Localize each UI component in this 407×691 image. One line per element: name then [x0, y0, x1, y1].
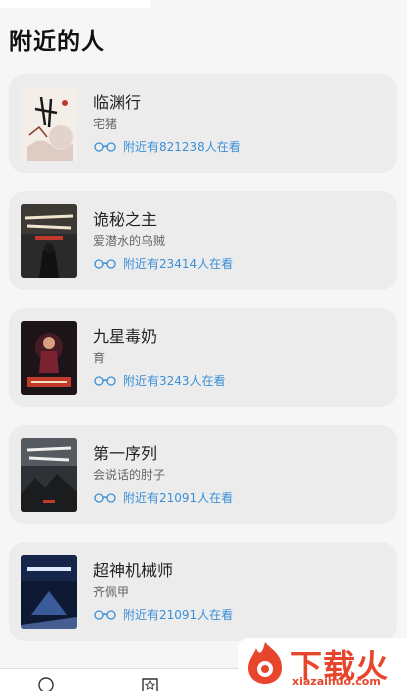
- watermark-url: xiazaihuo.com: [292, 675, 381, 688]
- book-card[interactable]: 九星毒奶 育 附近有3243人在看: [9, 308, 397, 407]
- search-icon[interactable]: [37, 676, 55, 691]
- glasses-icon: [94, 609, 116, 620]
- book-title: 九星毒奶: [93, 327, 158, 346]
- book-title: 超神机械师: [93, 561, 174, 580]
- status-bar-strip: [0, 0, 150, 8]
- book-author: 爱潜水的乌贼: [93, 234, 166, 248]
- book-card[interactable]: 诡秘之主 爱潜水的乌贼 附近有23414人在看: [9, 191, 397, 290]
- book-title: 临渊行: [93, 93, 142, 112]
- site-watermark: 下载火 xiazaihuo.com: [238, 638, 407, 690]
- nearby-readers: 附近有3243人在看: [93, 372, 226, 389]
- glasses-icon: [94, 141, 116, 152]
- book-title: 诡秘之主: [93, 210, 158, 229]
- nearby-readers: 附近有21091人在看: [93, 606, 233, 623]
- book-author: 宅猪: [93, 117, 118, 131]
- nearby-readers: 附近有21091人在看: [93, 489, 233, 506]
- nearby-readers: 附近有23414人在看: [93, 255, 233, 272]
- book-cover: [21, 87, 77, 161]
- book-author: 会说话的肘子: [93, 468, 166, 482]
- book-author: 齐佩甲: [93, 585, 130, 599]
- nearby-readers: 附近有821238人在看: [93, 138, 241, 155]
- book-cover: [21, 204, 77, 278]
- book-card[interactable]: 超神机械师 齐佩甲 附近有21091人在看: [9, 542, 397, 641]
- flame-logo-icon: [248, 642, 282, 684]
- book-title: 第一序列: [93, 444, 158, 463]
- glasses-icon: [94, 375, 116, 386]
- page-title: 附近的人: [9, 29, 105, 55]
- nearby-readers-text: 附近有3243人在看: [123, 374, 226, 388]
- book-author: 育: [93, 351, 106, 365]
- book-cover: [21, 555, 77, 629]
- bookshelf-icon[interactable]: [141, 676, 159, 691]
- book-cover: [21, 438, 77, 512]
- nearby-readers-text: 附近有21091人在看: [123, 608, 234, 622]
- glasses-icon: [94, 492, 116, 503]
- book-cover: [21, 321, 77, 395]
- nearby-readers-text: 附近有821238人在看: [123, 140, 241, 154]
- nearby-readers-text: 附近有23414人在看: [123, 257, 234, 271]
- nearby-readers-text: 附近有21091人在看: [123, 491, 234, 505]
- book-card[interactable]: 临渊行 宅猪 附近有821238人在看: [9, 74, 397, 173]
- book-card[interactable]: 第一序列 会说话的肘子 附近有21091人在看: [9, 425, 397, 524]
- glasses-icon: [94, 258, 116, 269]
